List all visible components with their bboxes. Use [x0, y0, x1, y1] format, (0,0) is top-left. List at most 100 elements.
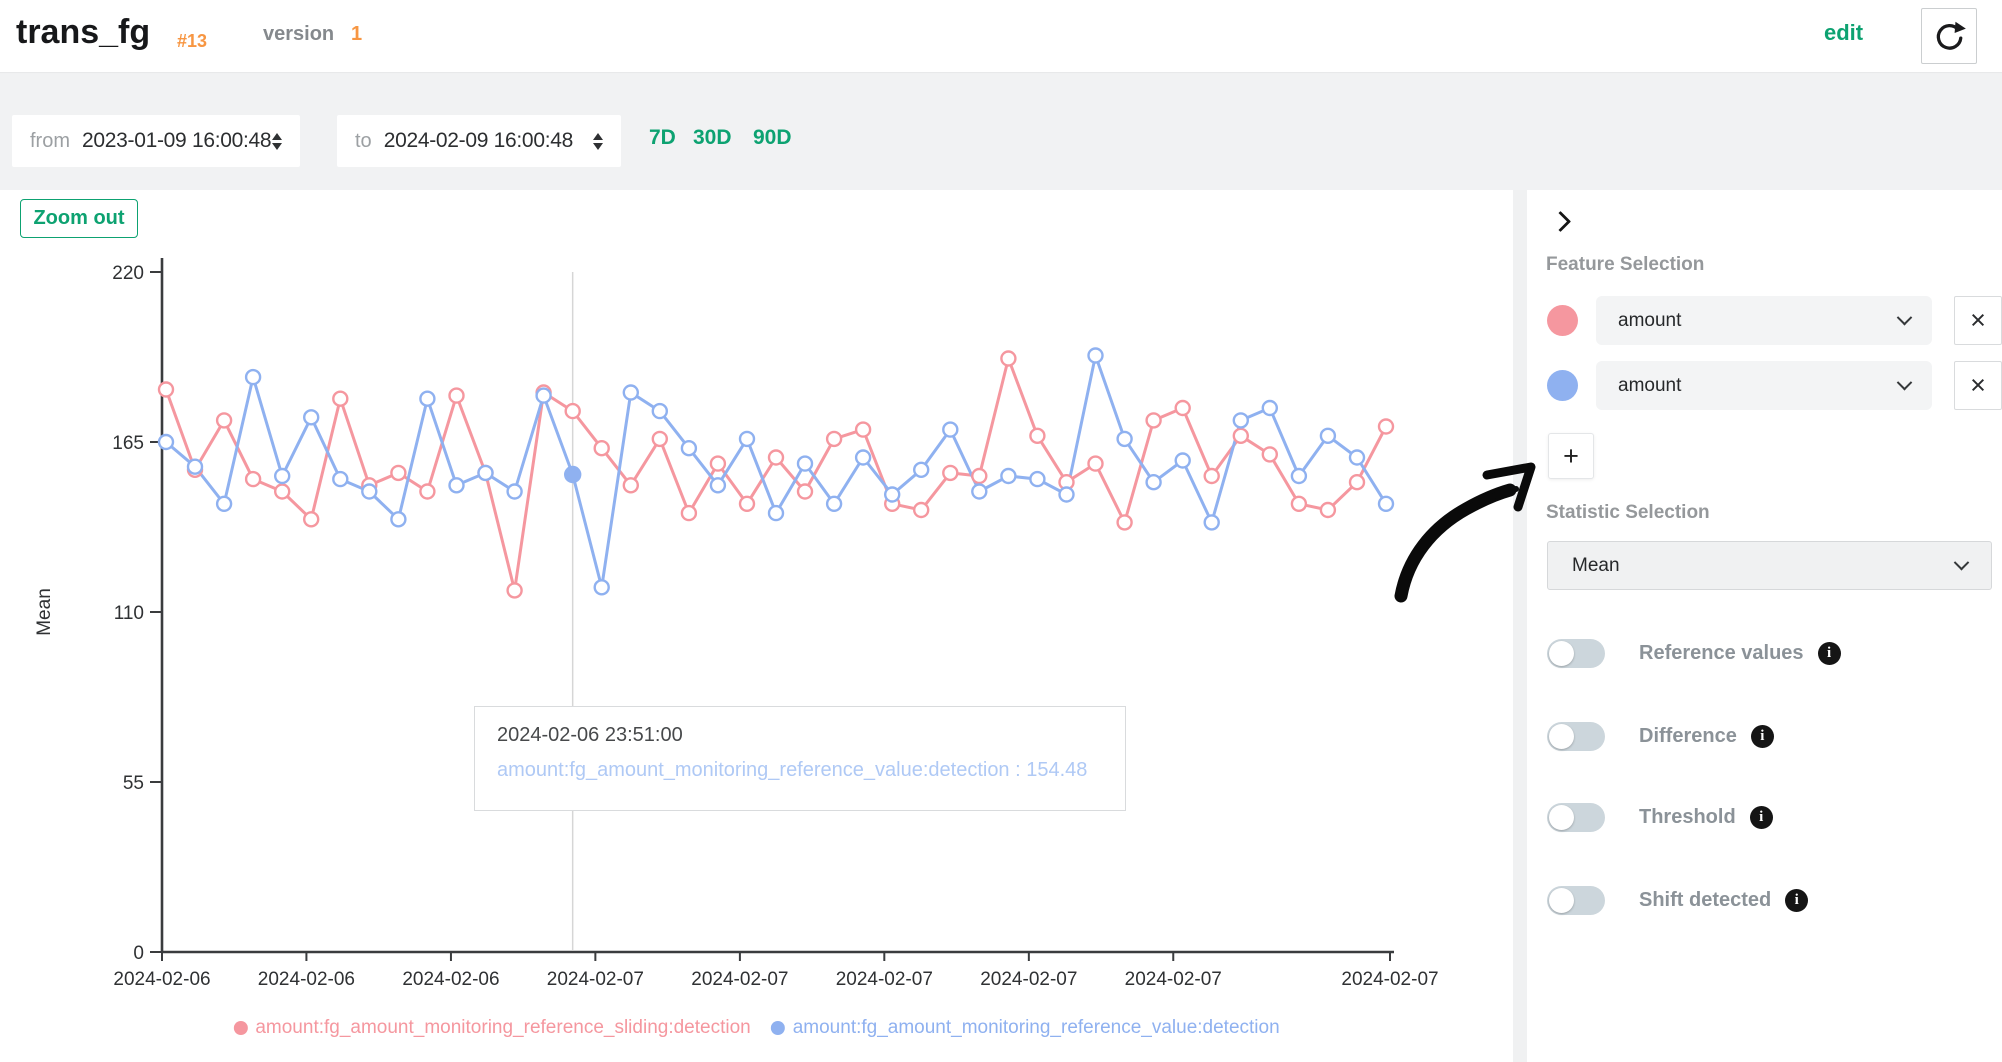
data-point[interactable]: [275, 485, 289, 499]
data-point[interactable]: [1001, 469, 1015, 483]
data-point[interactable]: [450, 389, 464, 403]
data-point[interactable]: [914, 463, 928, 477]
data-point[interactable]: [450, 478, 464, 492]
data-point[interactable]: [769, 451, 783, 465]
statistic-select[interactable]: Mean: [1547, 541, 1992, 590]
data-point[interactable]: [885, 488, 899, 502]
range-90d-button[interactable]: 90D: [753, 126, 792, 150]
legend-item-value[interactable]: amount:fg_amount_monitoring_reference_va…: [771, 1017, 1280, 1039]
data-point[interactable]: [391, 512, 405, 526]
info-icon[interactable]: [1751, 725, 1774, 748]
threshold-toggle[interactable]: [1547, 803, 1605, 832]
data-point[interactable]: [1205, 469, 1219, 483]
data-point[interactable]: [798, 457, 812, 471]
data-point[interactable]: [420, 392, 434, 406]
data-point[interactable]: [1350, 475, 1364, 489]
data-point[interactable]: [508, 485, 522, 499]
data-point[interactable]: [1292, 497, 1306, 511]
data-point[interactable]: [188, 460, 202, 474]
data-point[interactable]: [1379, 420, 1393, 434]
data-point[interactable]: [827, 497, 841, 511]
data-point[interactable]: [1321, 429, 1335, 443]
data-point[interactable]: [914, 503, 928, 517]
data-point[interactable]: [682, 506, 696, 520]
data-point[interactable]: [304, 410, 318, 424]
refresh-button[interactable]: [1921, 8, 1977, 64]
data-point[interactable]: [420, 485, 434, 499]
remove-feature-button[interactable]: ×: [1954, 296, 2002, 345]
data-point[interactable]: [1118, 515, 1132, 529]
data-point[interactable]: [1234, 429, 1248, 443]
data-point[interactable]: [711, 478, 725, 492]
data-point[interactable]: [682, 441, 696, 455]
data-point[interactable]: [1089, 349, 1103, 363]
data-point[interactable]: [1263, 447, 1277, 461]
data-point[interactable]: [740, 497, 754, 511]
data-point[interactable]: [362, 485, 376, 499]
data-point[interactable]: [333, 472, 347, 486]
date-spinner-icon[interactable]: [272, 133, 282, 150]
data-point[interactable]: [769, 506, 783, 520]
data-point[interactable]: [624, 478, 638, 492]
difference-toggle[interactable]: [1547, 722, 1605, 751]
data-point[interactable]: [1147, 475, 1161, 489]
feature-select-1[interactable]: amount: [1596, 296, 1932, 345]
data-point[interactable]: [1089, 457, 1103, 471]
data-point[interactable]: [856, 451, 870, 465]
data-point[interactable]: [1379, 497, 1393, 511]
data-point[interactable]: [653, 404, 667, 418]
data-point[interactable]: [972, 469, 986, 483]
data-point[interactable]: [827, 432, 841, 446]
info-icon[interactable]: [1750, 806, 1773, 829]
data-point[interactable]: [1176, 454, 1190, 468]
reference-values-toggle[interactable]: [1547, 639, 1605, 668]
data-point[interactable]: [943, 466, 957, 480]
data-point[interactable]: [595, 580, 609, 594]
data-point[interactable]: [1321, 503, 1335, 517]
range-7d-button[interactable]: 7D: [649, 126, 676, 150]
data-point[interactable]: [1205, 515, 1219, 529]
to-date-picker[interactable]: to 2024-02-09 16:00:48: [337, 115, 621, 167]
data-point[interactable]: [1118, 432, 1132, 446]
data-point[interactable]: [246, 472, 260, 486]
data-point[interactable]: [159, 383, 173, 397]
data-point[interactable]: [217, 413, 231, 427]
data-point[interactable]: [217, 497, 231, 511]
data-point[interactable]: [740, 432, 754, 446]
data-point[interactable]: [1292, 469, 1306, 483]
data-point[interactable]: [1234, 413, 1248, 427]
data-point[interactable]: [566, 404, 580, 418]
legend-item-sliding[interactable]: amount:fg_amount_monitoring_reference_sl…: [233, 1017, 750, 1039]
from-date-picker[interactable]: from 2023-01-09 16:00:48: [12, 115, 300, 167]
feature-select-2[interactable]: amount: [1596, 361, 1932, 410]
data-point[interactable]: [595, 441, 609, 455]
data-point[interactable]: [1350, 451, 1364, 465]
edit-button[interactable]: edit: [1824, 20, 1863, 46]
data-point[interactable]: [1060, 488, 1074, 502]
shift-detected-toggle[interactable]: [1547, 886, 1605, 915]
data-point[interactable]: [333, 392, 347, 406]
data-point[interactable]: [479, 466, 493, 480]
data-point[interactable]: [275, 469, 289, 483]
data-point[interactable]: [1176, 401, 1190, 415]
data-point[interactable]: [159, 435, 173, 449]
data-point[interactable]: [972, 485, 986, 499]
data-point[interactable]: [508, 583, 522, 597]
remove-feature-button[interactable]: ×: [1954, 361, 2002, 410]
data-point[interactable]: [391, 466, 405, 480]
data-point[interactable]: [798, 485, 812, 499]
date-spinner-icon[interactable]: [593, 133, 603, 150]
info-icon[interactable]: [1785, 889, 1808, 912]
info-icon[interactable]: [1818, 642, 1841, 665]
collapse-sidebar-button[interactable]: [1549, 208, 1577, 236]
data-point[interactable]: [1147, 413, 1161, 427]
data-point[interactable]: [537, 389, 551, 403]
range-30d-button[interactable]: 30D: [693, 126, 732, 150]
data-point[interactable]: [943, 423, 957, 437]
data-point[interactable]: [1030, 472, 1044, 486]
highlighted-data-point[interactable]: [565, 467, 580, 482]
data-point[interactable]: [1001, 352, 1015, 366]
data-point[interactable]: [624, 386, 638, 400]
data-point[interactable]: [711, 457, 725, 471]
data-point[interactable]: [653, 432, 667, 446]
